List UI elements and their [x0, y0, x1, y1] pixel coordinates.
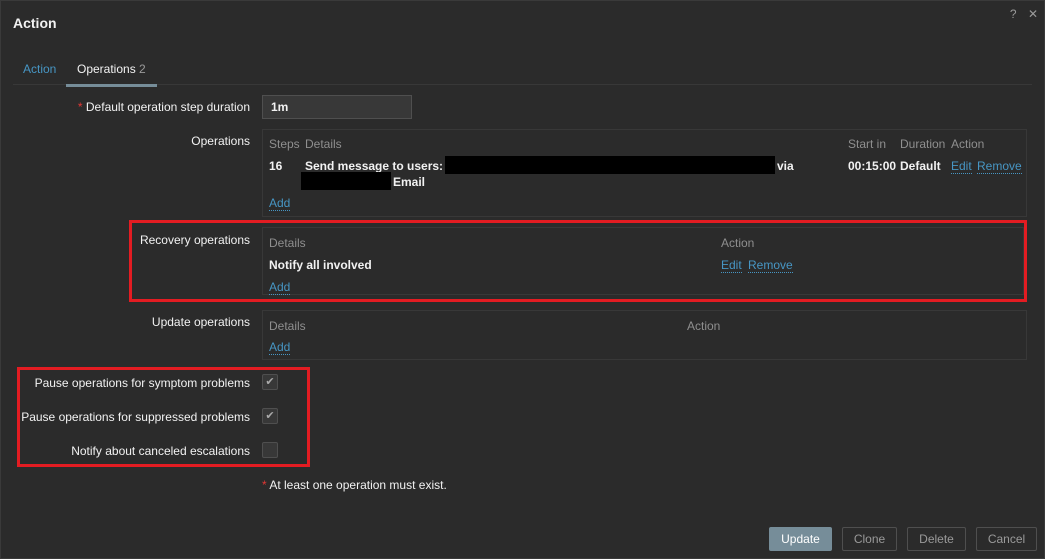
remove-link[interactable]: Remove	[748, 258, 793, 273]
add-operation-link[interactable]: Add	[269, 196, 291, 211]
recovery-label: Recovery operations	[139, 233, 250, 247]
notify-canceled-label: Notify about canceled escalations	[71, 444, 250, 458]
redacted-group	[301, 172, 391, 190]
operations-label: Operations	[191, 134, 250, 148]
col-details: Details	[269, 319, 306, 333]
col-action: Action	[951, 137, 985, 151]
recovery-table: Details Action Notify all involved Edit …	[262, 227, 1024, 295]
required-marker: *	[77, 100, 83, 114]
update-button[interactable]: Update	[769, 527, 832, 551]
tab-count: 2	[139, 62, 146, 76]
pause-suppressed-label: Pause operations for suppressed problems	[21, 410, 250, 424]
delete-button[interactable]: Delete	[907, 527, 966, 551]
via-text: via	[777, 159, 794, 173]
col-details: Details	[269, 236, 306, 250]
step-number: 16	[269, 159, 283, 173]
edit-link[interactable]: Edit	[951, 159, 972, 174]
col-action: Action	[721, 236, 755, 250]
start-in: 00:15:00	[848, 159, 897, 173]
tab-bar: Action Operations 2	[13, 55, 1032, 87]
clone-button[interactable]: Clone	[842, 527, 897, 551]
update-ops-label: Update operations	[151, 315, 250, 329]
recovery-details: Notify all involved	[269, 258, 372, 272]
add-recovery-link[interactable]: Add	[269, 280, 291, 295]
col-steps: Steps	[269, 137, 300, 151]
required-note: * At least one operation must exist.	[262, 478, 447, 492]
step-duration-input[interactable]: 1m	[262, 95, 412, 119]
notify-canceled-checkbox[interactable]	[262, 442, 278, 458]
step-duration-label: * Default operation step duration	[78, 100, 250, 114]
pause-suppressed-checkbox[interactable]: ✔	[262, 408, 278, 424]
col-action: Action	[687, 319, 721, 333]
help-icon[interactable]: ?	[1010, 7, 1017, 21]
dialog-title: Action	[13, 15, 57, 31]
duration: Default	[900, 159, 941, 173]
cancel-button[interactable]: Cancel	[976, 527, 1037, 551]
redacted-users	[445, 156, 775, 174]
tab-action[interactable]: Action	[23, 62, 56, 76]
col-details: Details	[305, 137, 342, 151]
update-ops-table: Details Action Add	[262, 310, 1027, 360]
tab-label: Operations	[77, 62, 136, 76]
pause-symptom-checkbox[interactable]: ✔	[262, 374, 278, 390]
remove-link[interactable]: Remove	[977, 159, 1022, 174]
note-text: At least one operation must exist.	[269, 478, 447, 492]
add-update-link[interactable]: Add	[269, 340, 291, 355]
col-duration: Duration	[900, 137, 946, 151]
edit-link[interactable]: Edit	[721, 258, 742, 273]
media-type: Email	[393, 175, 426, 189]
col-start-in: Start in	[848, 137, 887, 151]
tab-operations[interactable]: Operations 2	[66, 62, 157, 87]
pause-symptom-label: Pause operations for symptom problems	[34, 376, 250, 390]
required-marker: *	[262, 478, 267, 492]
operation-details: Send message to users:	[305, 159, 444, 173]
operations-table: Steps Details Start in Duration Action 1…	[262, 129, 1027, 217]
label-text: Default operation step duration	[85, 100, 250, 114]
close-icon[interactable]: ✕	[1028, 7, 1038, 21]
